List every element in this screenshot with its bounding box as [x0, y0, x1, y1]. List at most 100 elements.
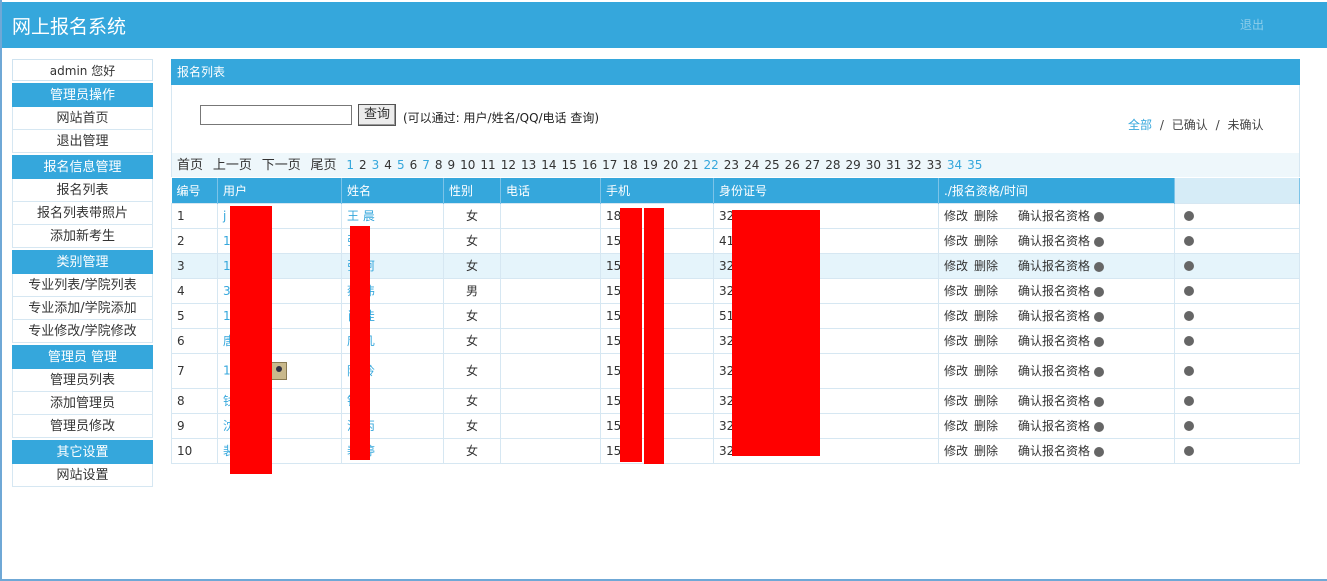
sidebar-item[interactable]: 退出管理: [12, 130, 153, 153]
cell-name[interactable]: 王 晨: [341, 202, 444, 229]
pager-page[interactable]: 4: [384, 158, 392, 172]
pager-page[interactable]: 35: [967, 158, 982, 172]
sidebar-item[interactable]: 报名列表带照片: [12, 202, 153, 225]
cell-phone: [500, 412, 601, 439]
pager-page[interactable]: 14: [541, 158, 556, 172]
edit-link[interactable]: 修改: [944, 444, 968, 458]
confirm-link[interactable]: 确认报名资格: [1018, 259, 1090, 273]
cell-id: 3: [171, 252, 218, 279]
pager-page[interactable]: 2: [359, 158, 367, 172]
pager-page[interactable]: 21: [683, 158, 698, 172]
edit-link[interactable]: 修改: [944, 259, 968, 273]
pager-page[interactable]: 27: [805, 158, 820, 172]
delete-link[interactable]: 删除: [974, 234, 998, 248]
pager-page[interactable]: 3: [372, 158, 380, 172]
sidebar-item[interactable]: 添加新考生: [12, 225, 153, 248]
pager-page[interactable]: 24: [744, 158, 759, 172]
photo-thumbnail-icon[interactable]: [270, 361, 287, 380]
edit-link[interactable]: 修改: [944, 334, 968, 348]
delete-link[interactable]: 删除: [974, 309, 998, 323]
pager-next[interactable]: 下一页: [262, 158, 301, 173]
pager-page[interactable]: 30: [866, 158, 881, 172]
delete-link[interactable]: 删除: [974, 444, 998, 458]
pager-page[interactable]: 15: [562, 158, 577, 172]
pager-page[interactable]: 12: [501, 158, 516, 172]
confirm-link[interactable]: 确认报名资格: [1018, 284, 1090, 298]
pager-prev[interactable]: 上一页: [213, 158, 252, 173]
sidebar-item[interactable]: 添加管理员: [12, 392, 153, 415]
confirm-link[interactable]: 确认报名资格: [1018, 419, 1090, 433]
search-button[interactable]: 查询: [358, 104, 396, 126]
column-header: 电话: [500, 178, 601, 203]
status-dot-icon: [1094, 311, 1105, 322]
sidebar-item[interactable]: 管理员修改: [12, 415, 153, 438]
sidebar-item[interactable]: 报名列表: [12, 179, 153, 202]
cell-text: 女: [465, 234, 478, 248]
pager-page[interactable]: 23: [724, 158, 739, 172]
logout-link[interactable]: 退出: [1240, 16, 1264, 33]
search-input[interactable]: [200, 105, 352, 125]
sidebar-item[interactable]: 网站设置: [12, 464, 153, 487]
sidebar-item[interactable]: 管理员列表: [12, 369, 153, 392]
confirm-link[interactable]: 确认报名资格: [1018, 309, 1090, 323]
cell-phone: [500, 302, 601, 329]
cell-text: 9: [177, 418, 185, 433]
pager-page[interactable]: 7: [422, 158, 430, 172]
cell-status: [1174, 437, 1300, 464]
sidebar-item[interactable]: 网站首页: [12, 107, 153, 130]
delete-link[interactable]: 删除: [974, 419, 998, 433]
pager-page[interactable]: 32: [906, 158, 921, 172]
delete-link[interactable]: 删除: [974, 364, 998, 378]
pager-page[interactable]: 11: [480, 158, 495, 172]
confirm-link[interactable]: 确认报名资格: [1018, 209, 1090, 223]
pager-page[interactable]: 28: [825, 158, 840, 172]
delete-link[interactable]: 删除: [974, 209, 998, 223]
pager-page[interactable]: 6: [410, 158, 418, 172]
delete-link[interactable]: 删除: [974, 259, 998, 273]
pager-page[interactable]: 33: [927, 158, 942, 172]
filter-confirmed[interactable]: 已确认: [1172, 118, 1208, 132]
top-header: 网上报名系统 退出: [2, 2, 1327, 48]
pager-page[interactable]: 5: [397, 158, 405, 172]
pager-page[interactable]: 18: [622, 158, 637, 172]
pager-last[interactable]: 尾页: [311, 158, 337, 173]
confirm-link[interactable]: 确认报名资格: [1018, 364, 1090, 378]
cell-gender: 女: [443, 437, 501, 464]
pager-page[interactable]: 16: [582, 158, 597, 172]
pager-page[interactable]: 29: [845, 158, 860, 172]
sidebar-item[interactable]: 专业修改/学院修改: [12, 320, 153, 343]
filter-all[interactable]: 全部: [1128, 118, 1152, 132]
edit-link[interactable]: 修改: [944, 364, 968, 378]
pager-page[interactable]: 17: [602, 158, 617, 172]
pager-page[interactable]: 10: [460, 158, 475, 172]
pager-page[interactable]: 19: [643, 158, 658, 172]
edit-link[interactable]: 修改: [944, 234, 968, 248]
sidebar-item[interactable]: 专业列表/学院列表: [12, 274, 153, 297]
filter-unconfirmed[interactable]: 未确认: [1227, 118, 1263, 132]
pager-page[interactable]: 8: [435, 158, 443, 172]
edit-link[interactable]: 修改: [944, 209, 968, 223]
pager-page[interactable]: 34: [947, 158, 962, 172]
pager-page[interactable]: 20: [663, 158, 678, 172]
edit-link[interactable]: 修改: [944, 419, 968, 433]
pager-first[interactable]: 首页: [177, 158, 203, 173]
sidebar-item[interactable]: 专业添加/学院添加: [12, 297, 153, 320]
confirm-link[interactable]: 确认报名资格: [1018, 234, 1090, 248]
delete-link[interactable]: 删除: [974, 394, 998, 408]
edit-link[interactable]: 修改: [944, 394, 968, 408]
confirm-link[interactable]: 确认报名资格: [1018, 334, 1090, 348]
pager-page[interactable]: 22: [704, 158, 719, 172]
pager-page[interactable]: 25: [764, 158, 779, 172]
pager-page[interactable]: 13: [521, 158, 536, 172]
pager-page[interactable]: 9: [448, 158, 456, 172]
delete-link[interactable]: 删除: [974, 334, 998, 348]
edit-link[interactable]: 修改: [944, 309, 968, 323]
edit-link[interactable]: 修改: [944, 284, 968, 298]
confirm-link[interactable]: 确认报名资格: [1018, 444, 1090, 458]
pager-page[interactable]: 31: [886, 158, 901, 172]
column-header: [1174, 178, 1300, 203]
pager-page[interactable]: 26: [785, 158, 800, 172]
delete-link[interactable]: 删除: [974, 284, 998, 298]
confirm-link[interactable]: 确认报名资格: [1018, 394, 1090, 408]
pager-page[interactable]: 1: [346, 158, 354, 172]
